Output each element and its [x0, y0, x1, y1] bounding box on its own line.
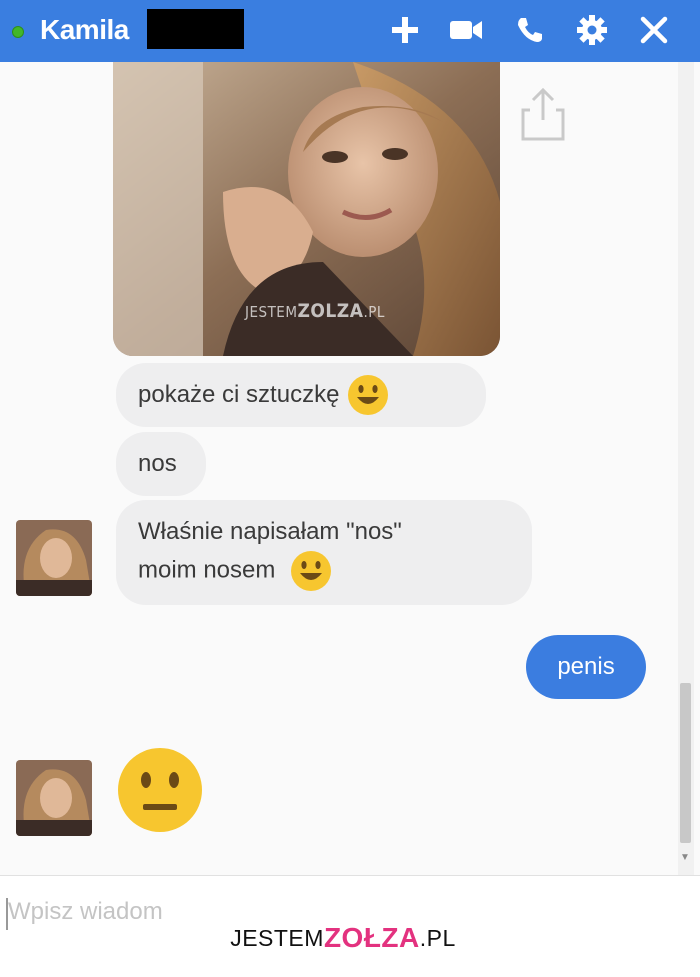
avatar[interactable]	[16, 760, 92, 836]
phone-icon[interactable]	[510, 12, 550, 48]
scroll-down-arrow-icon[interactable]: ▼	[680, 852, 690, 863]
redacted-surname	[147, 9, 244, 49]
smile-emoji-icon	[291, 550, 332, 591]
photo-watermark: JESTEMZOLZA.PL	[245, 300, 385, 322]
my-message-bubble[interactable]: penis	[526, 635, 646, 699]
video-call-icon[interactable]	[446, 12, 486, 48]
footer-watermark: JESTEM ZOŁZA .PL	[212, 912, 474, 964]
add-icon[interactable]	[385, 12, 425, 48]
scrollbar-thumb[interactable]	[680, 683, 691, 843]
contact-name[interactable]: Kamila	[40, 14, 129, 46]
message-bubble[interactable]: pokaże ci sztuczkę	[116, 363, 486, 427]
close-icon[interactable]	[634, 12, 674, 48]
message-bubble[interactable]: Właśnie napisałam "nos" moim nosem	[116, 500, 532, 605]
message-input[interactable]: Wpisz wiadom	[8, 898, 163, 926]
share-icon[interactable]	[518, 84, 568, 144]
neutral-face-emoji-icon[interactable]	[116, 746, 204, 834]
smile-emoji-icon	[348, 375, 389, 415]
message-bubble[interactable]: nos	[116, 432, 206, 496]
gear-icon[interactable]	[572, 12, 612, 48]
avatar[interactable]	[16, 520, 92, 596]
online-status-icon	[12, 26, 24, 38]
